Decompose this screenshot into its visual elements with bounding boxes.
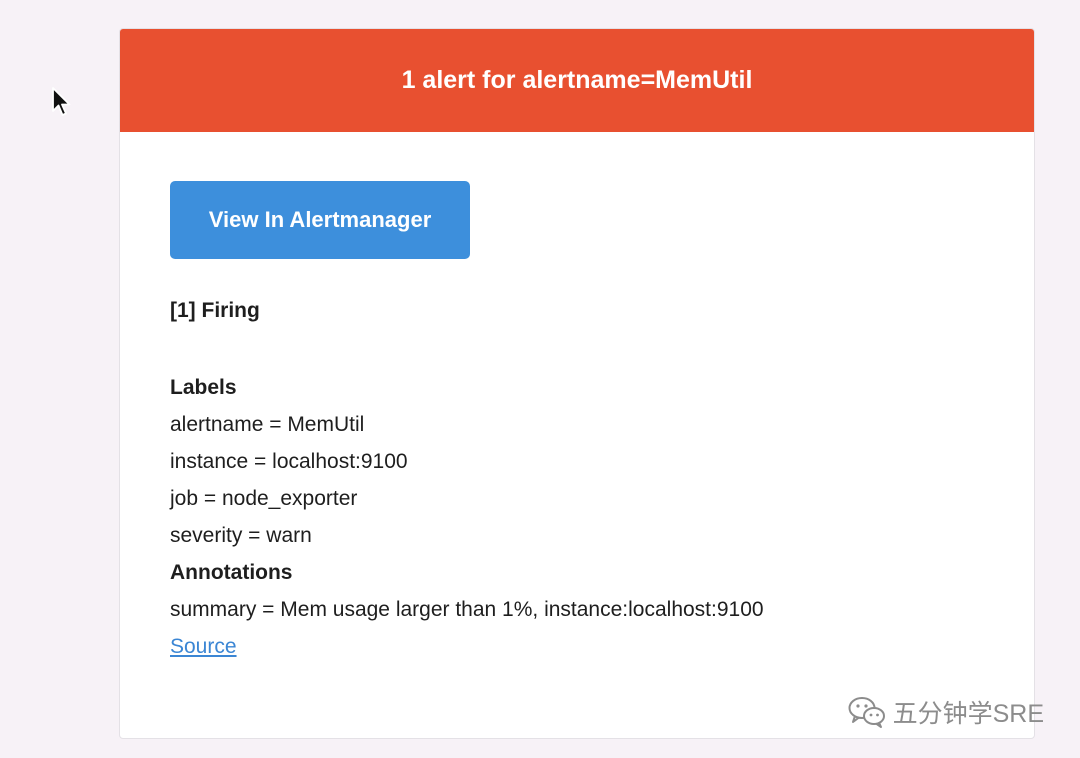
annotations-title: Annotations [170, 561, 293, 584]
label-item: instance = localhost:9100 [170, 450, 408, 473]
labels-title: Labels [170, 376, 237, 399]
alert-header: 1 alert for alertname=MemUtil [120, 29, 1034, 132]
watermark: 五分钟学SRE [847, 694, 1044, 730]
firing-title: [1] Firing [170, 299, 260, 322]
source-link[interactable]: Source [170, 628, 237, 665]
mouse-cursor-icon [52, 87, 71, 116]
alert-email-card: 1 alert for alertname=MemUtil View In Al… [119, 28, 1035, 739]
labels-list: alertname = MemUtil instance = localhost… [170, 406, 984, 554]
label-item: job = node_exporter [170, 487, 358, 510]
label-item: alertname = MemUtil [170, 413, 365, 436]
alert-header-title: 1 alert for alertname=MemUtil [401, 66, 753, 94]
page: 1 alert for alertname=MemUtil View In Al… [0, 0, 1080, 758]
view-in-alertmanager-button[interactable]: View In Alertmanager [170, 181, 470, 259]
label-item: severity = warn [170, 524, 312, 547]
watermark-text: 五分钟学SRE [892, 700, 1044, 728]
annotation-item: summary = Mem usage larger than 1%, inst… [170, 598, 764, 621]
alert-body: View In Alertmanager [1] Firing Labels a… [120, 132, 1034, 665]
wechat-icon [848, 697, 885, 728]
annotations-list: summary = Mem usage larger than 1%, inst… [170, 591, 984, 628]
